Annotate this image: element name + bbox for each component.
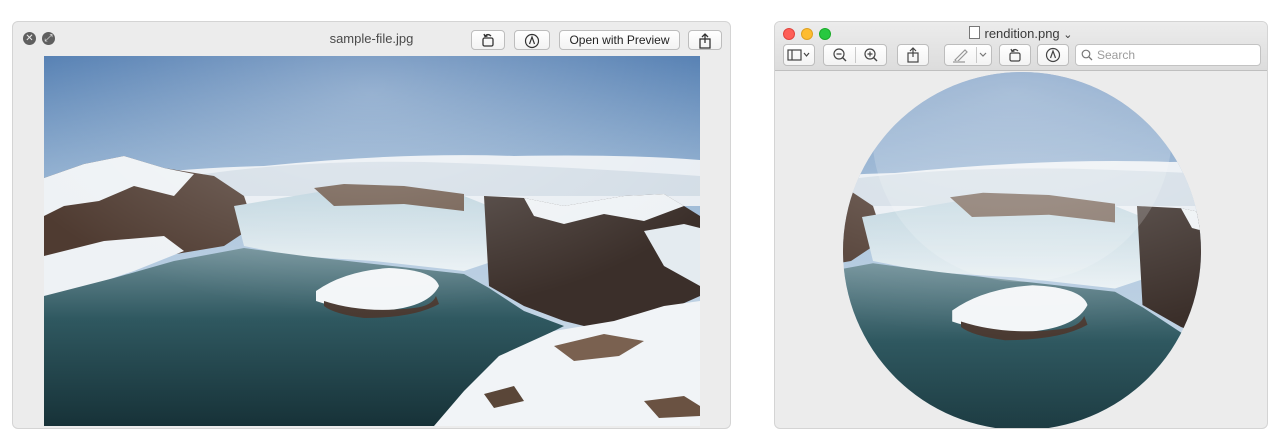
markup-button[interactable] bbox=[514, 30, 550, 50]
share-button[interactable] bbox=[688, 30, 722, 50]
highlight-pen-icon bbox=[953, 49, 987, 63]
window-title-area[interactable]: rendition.png ⌄ bbox=[775, 26, 1267, 41]
rotate-left-icon bbox=[1009, 48, 1021, 62]
preview-toolbar: rendition.png ⌄ Search bbox=[775, 22, 1267, 71]
chevron-down-icon: ⌄ bbox=[1063, 29, 1073, 41]
sidebar-view-icon bbox=[787, 49, 810, 61]
zoom-icons bbox=[833, 48, 878, 62]
landscape-photo bbox=[44, 56, 700, 426]
window-title: rendition.png bbox=[984, 26, 1060, 41]
sidebar-button[interactable] bbox=[783, 44, 815, 66]
open-with-preview-button[interactable]: Open with Preview bbox=[559, 30, 680, 50]
zoom-out-icon[interactable] bbox=[833, 48, 847, 62]
markup-pen-icon bbox=[524, 33, 540, 49]
zoom-in-icon[interactable] bbox=[864, 48, 878, 62]
markup-pen-icon bbox=[1045, 47, 1061, 63]
rotate-button[interactable] bbox=[999, 44, 1031, 66]
share-button[interactable] bbox=[897, 44, 929, 66]
zoom-group bbox=[823, 44, 887, 66]
search-field[interactable]: Search bbox=[1075, 44, 1261, 66]
rotate-button[interactable] bbox=[471, 30, 505, 50]
share-icon bbox=[699, 33, 711, 49]
document-icon bbox=[969, 26, 981, 39]
highlight-button[interactable] bbox=[944, 44, 992, 66]
preview-window: rendition.png ⌄ Search bbox=[774, 21, 1268, 429]
quicklook-titlebar: ✕ ⤢ sample-file.jpg Open with Preview bbox=[13, 22, 730, 56]
search-icon bbox=[1081, 49, 1093, 61]
share-icon bbox=[907, 47, 919, 63]
rotate-left-icon bbox=[482, 33, 494, 47]
circular-photo bbox=[843, 72, 1201, 428]
search-placeholder: Search bbox=[1097, 48, 1136, 62]
quicklook-window: ✕ ⤢ sample-file.jpg Open with Preview bbox=[12, 21, 731, 429]
markup-button[interactable] bbox=[1037, 44, 1069, 66]
